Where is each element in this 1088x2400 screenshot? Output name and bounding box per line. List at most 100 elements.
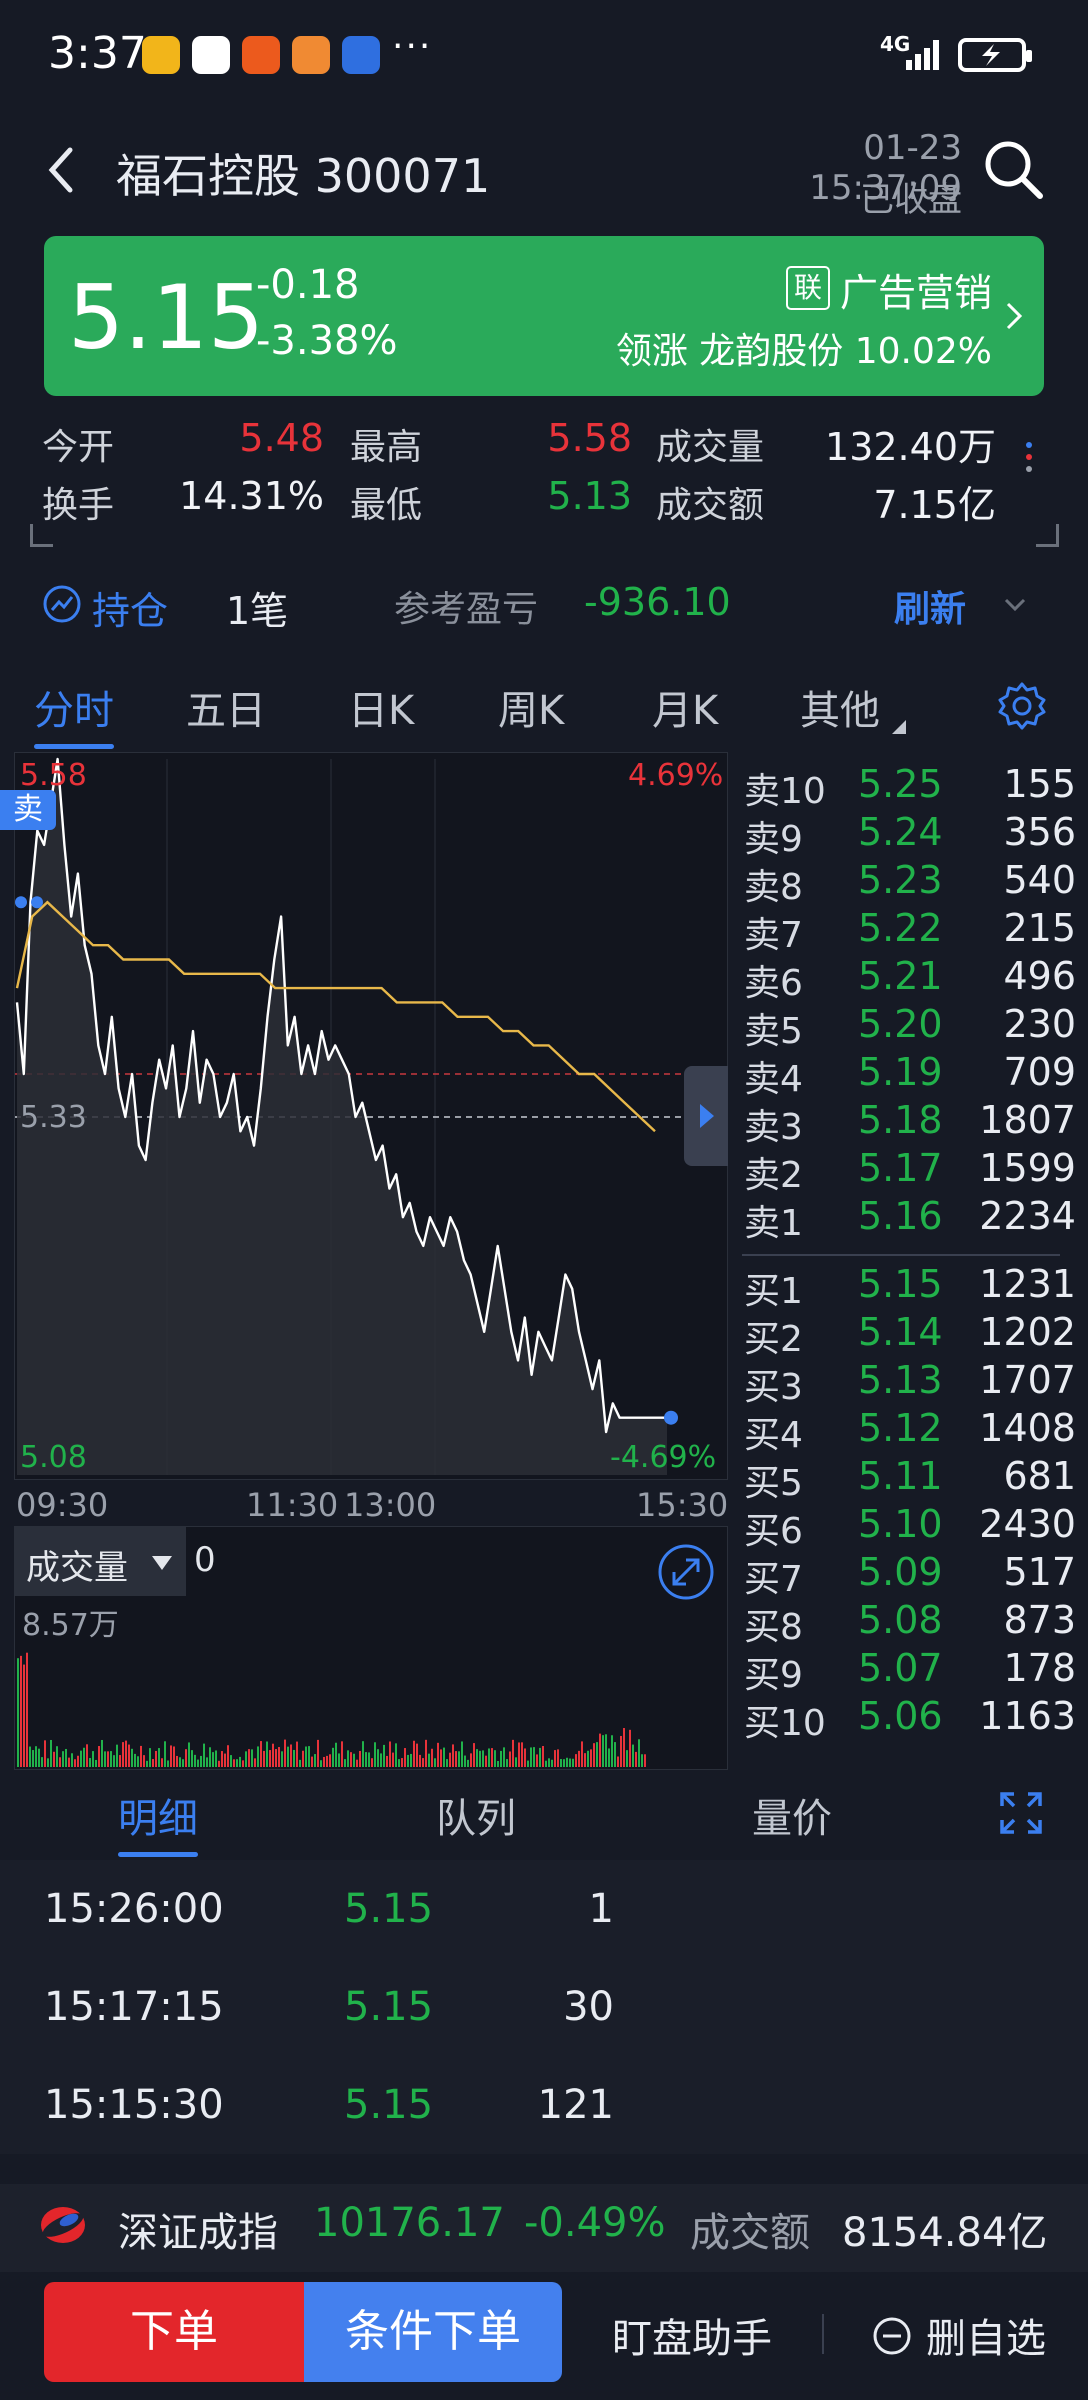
volume-bar xyxy=(191,1750,193,1767)
intraday-chart[interactable] xyxy=(14,752,729,1480)
watch-assistant-button[interactable]: 盯盘助手 xyxy=(612,2306,772,2364)
ask-row[interactable]: 卖2 5.17 1599 xyxy=(736,1146,1076,1196)
volume-bar xyxy=(173,1746,175,1767)
sell-marker[interactable]: 卖 xyxy=(0,790,56,830)
volume-bar xyxy=(521,1742,523,1767)
open-label: 今开 xyxy=(42,427,115,468)
tab-intraday[interactable]: 分时 xyxy=(34,678,114,736)
ask-row[interactable]: 卖8 5.23 540 xyxy=(736,858,1076,908)
stats-more-icon[interactable] xyxy=(1026,436,1032,478)
volume-bar xyxy=(200,1755,202,1767)
volume-bar xyxy=(227,1745,229,1767)
ask-price: 5.22 xyxy=(858,906,943,950)
x-tick-label: 11:30 xyxy=(246,1486,339,1524)
battery-icon xyxy=(958,38,1032,72)
bid-volume: 681 xyxy=(1003,1454,1076,1498)
ask-row[interactable]: 卖9 5.24 356 xyxy=(736,810,1076,860)
messenger-icon xyxy=(242,36,280,74)
caret-down-icon[interactable] xyxy=(152,1556,172,1570)
holdings-count: 1笔 xyxy=(226,589,289,633)
volume-value: 132.40万 xyxy=(825,425,996,469)
volume-bar xyxy=(110,1751,112,1767)
bid-row[interactable]: 买1 5.15 1231 xyxy=(736,1262,1076,1312)
ask-row[interactable]: 卖7 5.22 215 xyxy=(736,906,1076,956)
tab-five-day[interactable]: 五日 xyxy=(186,678,266,736)
bid-price: 5.07 xyxy=(858,1646,943,1690)
volume-bar xyxy=(140,1745,142,1767)
expand-chart-icon[interactable] xyxy=(656,1542,716,1602)
volume-bar xyxy=(557,1749,559,1767)
bid-row[interactable]: 买7 5.09 517 xyxy=(736,1550,1076,1600)
volume-bar xyxy=(611,1735,613,1767)
bid-row[interactable]: 买3 5.13 1707 xyxy=(736,1358,1076,1408)
ask-row[interactable]: 卖1 5.16 2234 xyxy=(736,1194,1076,1244)
trade-price: 5.15 xyxy=(344,2082,434,2128)
bid-row[interactable]: 买9 5.07 178 xyxy=(736,1646,1076,1696)
ask-row[interactable]: 卖6 5.21 496 xyxy=(736,954,1076,1004)
volume-bar xyxy=(179,1757,181,1767)
bid-label: 买1 xyxy=(744,1271,803,1312)
chevron-down-icon[interactable] xyxy=(1000,590,1030,620)
trade-time: 15:26:00 xyxy=(44,1886,224,1932)
indicator-label[interactable]: 成交量 xyxy=(26,1540,128,1589)
remove-watchlist-button[interactable]: 删自选 xyxy=(926,2306,1046,2364)
search-icon[interactable] xyxy=(980,136,1046,202)
volume-bar xyxy=(596,1742,598,1767)
tab-monthly-k[interactable]: 月K xyxy=(652,678,718,736)
volume-bar xyxy=(380,1753,382,1767)
bid-volume: 1163 xyxy=(979,1694,1076,1738)
bid-row[interactable]: 买6 5.10 2430 xyxy=(736,1502,1076,1552)
back-button[interactable] xyxy=(36,140,96,200)
tab-daily-k[interactable]: 日K xyxy=(348,678,414,736)
volume-bar xyxy=(599,1733,601,1767)
volume-bar xyxy=(158,1748,160,1767)
volume-bar xyxy=(362,1741,364,1767)
exchange-logo-icon xyxy=(41,2207,85,2243)
tab-detail[interactable]: 明细 xyxy=(118,1786,198,1844)
bid-row[interactable]: 买2 5.14 1202 xyxy=(736,1310,1076,1360)
minus-circle-icon[interactable] xyxy=(872,2316,912,2356)
bid-row[interactable]: 买8 5.08 873 xyxy=(736,1598,1076,1648)
position-chart-icon[interactable] xyxy=(42,584,82,624)
refresh-button[interactable]: 刷新 xyxy=(894,580,966,632)
ask-row[interactable]: 卖10 5.25 155 xyxy=(736,762,1076,812)
volume-bar xyxy=(503,1747,505,1767)
trade-row[interactable]: 15:26:00 5.15 1 xyxy=(0,1860,1088,1960)
trade-row[interactable]: 15:15:30 5.15 121 xyxy=(0,2056,1088,2156)
place-order-button[interactable]: 下单 xyxy=(44,2282,304,2382)
volume-bar xyxy=(509,1751,511,1767)
tab-other[interactable]: 其他 xyxy=(800,678,880,736)
ask-row[interactable]: 卖3 5.18 1807 xyxy=(736,1098,1076,1148)
volume-bar xyxy=(329,1754,331,1767)
tab-queue[interactable]: 队列 xyxy=(436,1786,516,1844)
bid-row[interactable]: 买4 5.12 1408 xyxy=(736,1406,1076,1456)
turnover-value: 14.31% xyxy=(179,474,324,518)
conditional-order-button[interactable]: 条件下单 xyxy=(304,2282,562,2382)
volume-bar xyxy=(506,1759,508,1767)
volume-bar xyxy=(632,1744,634,1767)
holdings-label[interactable]: 持仓 xyxy=(92,580,168,635)
chevron-right-icon[interactable] xyxy=(1000,296,1028,336)
volume-bar xyxy=(314,1754,316,1767)
bid-price: 5.11 xyxy=(858,1454,943,1498)
bid-row[interactable]: 买5 5.11 681 xyxy=(736,1454,1076,1504)
gear-icon[interactable] xyxy=(996,680,1048,732)
volume-bar xyxy=(512,1739,514,1767)
price-change: -0.18 xyxy=(256,262,360,308)
volume-bar xyxy=(524,1748,526,1767)
volume-bar xyxy=(365,1752,367,1767)
volume-bar xyxy=(38,1748,40,1767)
tab-volume-price[interactable]: 量价 xyxy=(752,1786,832,1844)
volume-bar xyxy=(128,1744,130,1767)
volume-bar xyxy=(308,1746,310,1767)
ask-price: 5.18 xyxy=(858,1098,943,1142)
fullscreen-icon[interactable] xyxy=(998,1790,1044,1836)
expand-order-book-button[interactable] xyxy=(684,1066,728,1166)
tab-weekly-k[interactable]: 周K xyxy=(498,678,564,736)
ask-row[interactable]: 卖5 5.20 230 xyxy=(736,1002,1076,1052)
sector-name[interactable]: 广告营销 xyxy=(840,262,992,317)
ask-row[interactable]: 卖4 5.19 709 xyxy=(736,1050,1076,1100)
signal-icon xyxy=(906,40,939,70)
trade-row[interactable]: 15:17:15 5.15 30 xyxy=(0,1958,1088,2058)
bid-row[interactable]: 买10 5.06 1163 xyxy=(736,1694,1076,1744)
